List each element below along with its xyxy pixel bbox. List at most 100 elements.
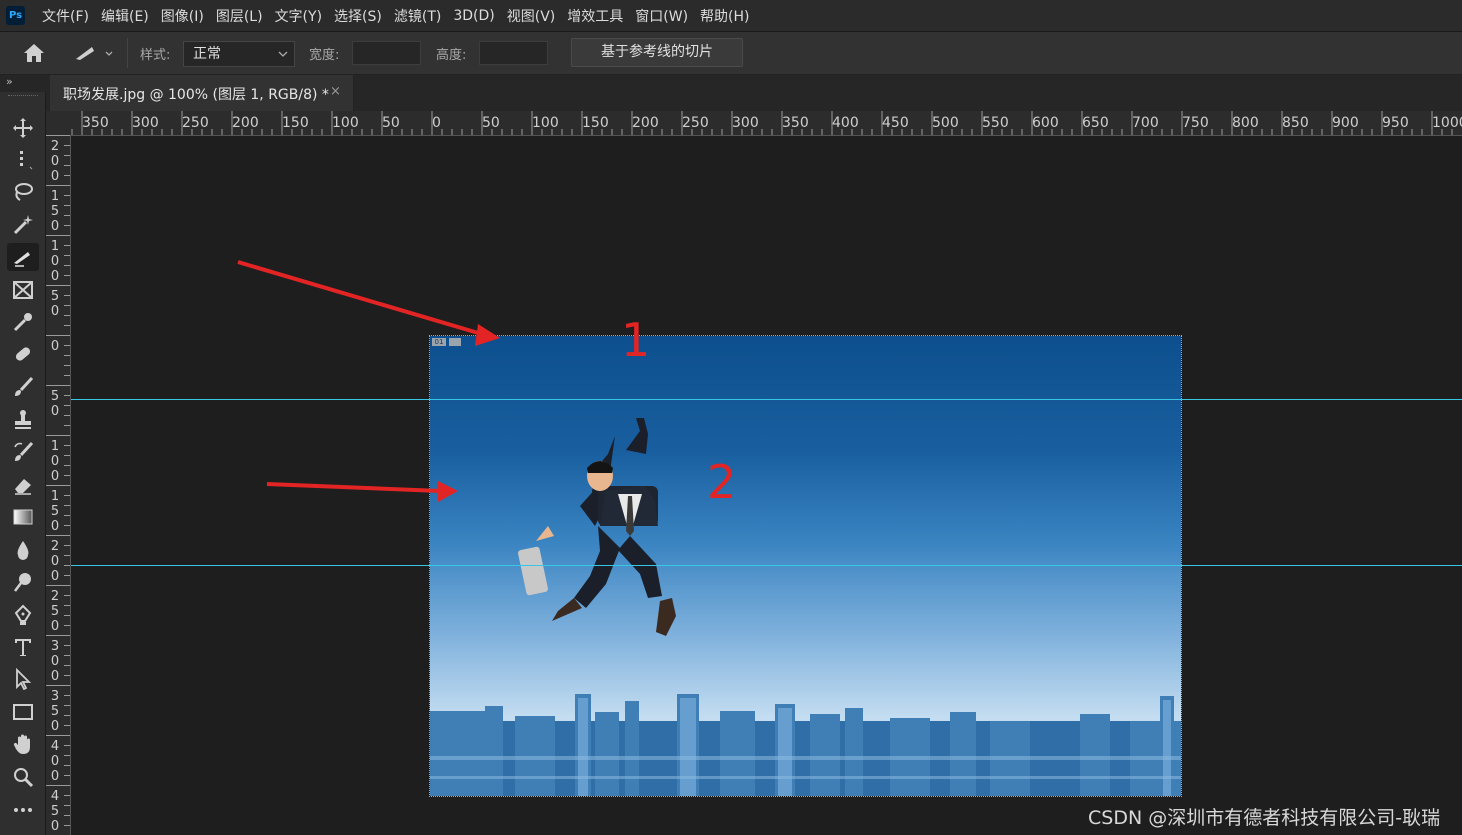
home-icon[interactable] bbox=[22, 42, 46, 68]
ruler-h-label: 900 bbox=[1332, 115, 1359, 131]
menu-help[interactable]: 帮助(H) bbox=[696, 6, 757, 26]
arrow-1-head bbox=[475, 324, 500, 346]
menu-select[interactable]: 选择(S) bbox=[330, 6, 390, 26]
width-input[interactable] bbox=[352, 41, 421, 65]
eyedropper-tool-icon[interactable] bbox=[7, 308, 39, 336]
ruler-v-label: 0 bbox=[50, 339, 60, 354]
move-tool-icon[interactable] bbox=[7, 114, 39, 142]
ruler-h-label: 150 bbox=[582, 115, 609, 131]
arrow-2-head bbox=[438, 481, 458, 502]
menu-filter[interactable]: 滤镜(T) bbox=[390, 6, 449, 26]
ruler-v-label: 1 0 0 bbox=[50, 439, 60, 484]
ruler-v-label: 5 0 bbox=[50, 389, 60, 419]
menu-layer[interactable]: 图层(L) bbox=[212, 6, 271, 26]
style-select[interactable]: 正常 bbox=[183, 41, 295, 67]
arrow-2 bbox=[266, 482, 441, 493]
ruler-h-label: 450 bbox=[882, 115, 909, 131]
ruler-h-label: 800 bbox=[1232, 115, 1259, 131]
ruler-v-label: 1 0 0 bbox=[50, 239, 60, 284]
frame-tool-icon[interactable] bbox=[7, 276, 39, 304]
ruler-h-label: 350 bbox=[82, 115, 109, 131]
height-input[interactable] bbox=[479, 41, 548, 65]
menu-file[interactable]: 文件(F) bbox=[38, 6, 97, 26]
width-label: 宽度: bbox=[309, 48, 340, 63]
ruler-h-label: 50 bbox=[382, 115, 400, 131]
ruler-v-label: 3 0 0 bbox=[50, 639, 60, 684]
ruler-h-label: 600 bbox=[1032, 115, 1059, 131]
healing-brush-tool-icon[interactable] bbox=[7, 340, 39, 368]
tab-close-icon[interactable]: × bbox=[330, 84, 341, 99]
annotation-label-1: 1 bbox=[621, 313, 651, 367]
menu-window[interactable]: 窗口(W) bbox=[631, 6, 696, 26]
ruler-h-label: 950 bbox=[1382, 115, 1409, 131]
eraser-tool-icon[interactable] bbox=[7, 471, 39, 499]
more-tools-icon[interactable] bbox=[7, 796, 39, 824]
annotation-label-2: 2 bbox=[707, 455, 737, 509]
ruler-h-label: 350 bbox=[782, 115, 809, 131]
menu-plugins[interactable]: 增效工具 bbox=[563, 6, 631, 26]
menu-items: 文件(F) 编辑(E) 图像(I) 图层(L) 文字(Y) 选择(S) 滤镜(T… bbox=[38, 0, 758, 31]
options-divider bbox=[127, 38, 128, 68]
ruler-h-label: 300 bbox=[732, 115, 759, 131]
ruler-v-label: 1 5 0 bbox=[50, 189, 60, 234]
slices-from-guides-button[interactable]: 基于参考线的切片 bbox=[571, 38, 743, 67]
document-image[interactable] bbox=[429, 335, 1182, 797]
document-tab-title: 职场发展.jpg @ 100% (图层 1, RGB/8) * bbox=[63, 87, 329, 103]
horizontal-guide-2[interactable] bbox=[71, 565, 1462, 566]
toolbar-grip[interactable] bbox=[8, 95, 38, 99]
photoshop-logo: Ps bbox=[6, 6, 25, 25]
slice-tool-icon[interactable] bbox=[7, 243, 39, 271]
ruler-origin[interactable] bbox=[46, 111, 70, 135]
slice-tool-preset-icon[interactable] bbox=[74, 43, 114, 67]
ruler-h-label: 100 bbox=[532, 115, 559, 131]
ruler-v-label: 4 0 0 bbox=[50, 739, 60, 784]
style-select-value: 正常 bbox=[193, 46, 221, 62]
watermark-text: CSDN @深圳市有德者科技有限公司-耿瑞 bbox=[1088, 807, 1441, 829]
ruler-v-label: 1 5 0 bbox=[50, 489, 60, 534]
menu-edit[interactable]: 编辑(E) bbox=[97, 6, 157, 26]
ruler-h-label: 250 bbox=[182, 115, 209, 131]
clone-stamp-tool-icon[interactable] bbox=[7, 405, 39, 433]
hand-tool-icon[interactable] bbox=[7, 730, 39, 758]
dodge-tool-icon[interactable] bbox=[7, 568, 39, 596]
menu-type[interactable]: 文字(Y) bbox=[271, 6, 330, 26]
ruler-h-label: 500 bbox=[932, 115, 959, 131]
lasso-tool-icon[interactable] bbox=[7, 178, 39, 206]
ruler-h-label: 100 bbox=[332, 115, 359, 131]
ruler-h-label: 50 bbox=[482, 115, 500, 131]
ruler-v-label: 2 0 0 bbox=[50, 139, 60, 184]
gradient-tool-icon[interactable] bbox=[7, 503, 39, 531]
ruler-h-label: 400 bbox=[832, 115, 859, 131]
history-brush-tool-icon[interactable] bbox=[7, 438, 39, 466]
type-tool-icon[interactable] bbox=[7, 633, 39, 661]
magic-wand-tool-icon[interactable] bbox=[7, 210, 39, 238]
path-selection-tool-icon[interactable] bbox=[7, 665, 39, 693]
menu-image[interactable]: 图像(I) bbox=[157, 6, 212, 26]
ruler-h-label: 250 bbox=[682, 115, 709, 131]
style-label: 样式: bbox=[140, 48, 171, 63]
marquee-tool-icon[interactable] bbox=[7, 146, 39, 174]
ruler-h-label: 1000 bbox=[1432, 115, 1462, 131]
ruler-h-label: 200 bbox=[232, 115, 259, 131]
ruler-h-label: 0 bbox=[432, 115, 441, 131]
ruler-v-label: 4 5 0 bbox=[50, 789, 60, 834]
menu-3d[interactable]: 3D(D) bbox=[449, 8, 502, 24]
ruler-h-label: 200 bbox=[632, 115, 659, 131]
height-label: 高度: bbox=[436, 48, 467, 63]
zoom-tool-icon[interactable] bbox=[7, 763, 39, 791]
ruler-h-label: 700 bbox=[1132, 115, 1159, 131]
pen-tool-icon[interactable] bbox=[7, 601, 39, 629]
brush-tool-icon[interactable] bbox=[7, 373, 39, 401]
blur-tool-icon[interactable] bbox=[7, 536, 39, 564]
rectangle-tool-icon[interactable] bbox=[7, 698, 39, 726]
ruler-h-label: 550 bbox=[982, 115, 1009, 131]
panel-collapse-icon[interactable]: » bbox=[6, 75, 13, 88]
ruler-h-label: 650 bbox=[1082, 115, 1109, 131]
chevron-down-icon bbox=[278, 42, 288, 76]
menu-view[interactable]: 视图(V) bbox=[503, 6, 564, 26]
ruler-v-label: 2 5 0 bbox=[50, 589, 60, 634]
jumping-businessman-photo bbox=[430, 418, 1181, 796]
annotation-arrows bbox=[237, 260, 500, 502]
ruler-v-label: 2 0 0 bbox=[50, 539, 60, 584]
ruler-h-label: 750 bbox=[1182, 115, 1209, 131]
